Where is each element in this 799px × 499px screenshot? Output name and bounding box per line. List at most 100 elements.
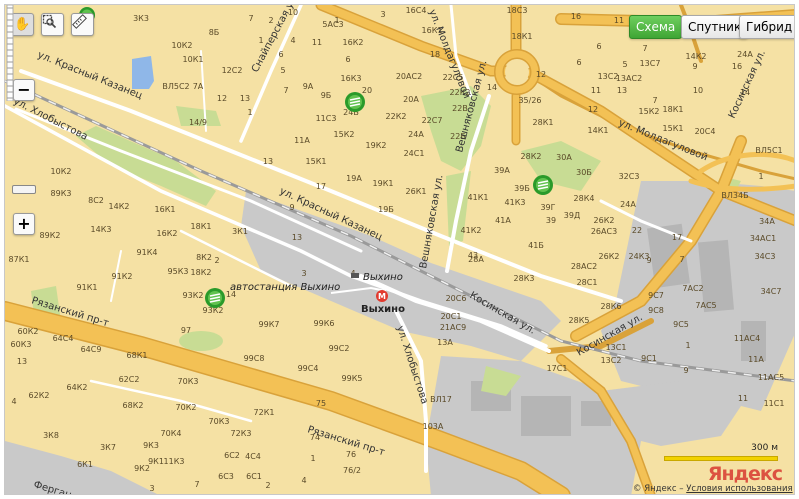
zoom-slider-track[interactable] [5, 5, 15, 101]
house-number-label: 41К1 [468, 193, 489, 202]
scale-label: 300 м [751, 443, 778, 453]
house-number-label: 7 [642, 44, 647, 53]
house-number-label: 11А [294, 136, 310, 145]
house-number-label: 26К1 [406, 187, 427, 196]
house-number-label: 17С1 [547, 364, 568, 373]
house-number-label: 10К2 [51, 167, 72, 176]
house-number-label: 11 [312, 38, 322, 47]
bank-marker-1[interactable] [345, 92, 365, 112]
house-number-label: 62С2 [119, 375, 140, 384]
svg-text:М: М [378, 292, 386, 301]
metro-station-label: Выхино [361, 304, 405, 315]
house-number-label: 2 [268, 16, 273, 25]
house-number-label: 2 [214, 256, 219, 265]
house-number-label: 62К2 [29, 391, 50, 400]
house-number-label: 22С7 [422, 116, 443, 125]
house-number-label: 8Б [209, 28, 220, 37]
house-number-label: 3 [301, 269, 306, 278]
house-number-label: 18К1 [663, 105, 684, 114]
house-number-label: 3К3 [133, 14, 149, 23]
house-number-label: 26К2 [599, 252, 620, 261]
house-number-label: 3К7 [100, 443, 116, 452]
house-number-label: 99К7 [259, 320, 280, 329]
yandex-logo: Яндекс [707, 463, 783, 485]
house-number-label: 70К3 [178, 377, 199, 386]
scheme-layer-button[interactable]: Схема [629, 15, 683, 39]
house-number-label: 9С5 [673, 320, 689, 329]
house-number-label: 75 [316, 399, 326, 408]
rail-station-icon [351, 273, 359, 278]
house-number-label: 11К3 [164, 457, 185, 466]
house-number-label: 21АС9 [440, 323, 466, 332]
zoom-slider-thumb[interactable] [12, 184, 36, 194]
house-number-label: 3 [149, 484, 154, 493]
house-number-label: 7 [679, 255, 684, 264]
house-number-label: 39Д [564, 211, 580, 220]
house-number-label: 28К2 [521, 152, 542, 161]
house-number-label: 12С2 [222, 66, 243, 75]
map-canvas[interactable]: 3К3 7 10 2 1 5АС3 3 16С4 18С3 16 11 10К2 8Б 1 4 6 11 16К2… [4, 4, 795, 495]
house-number-label: 9 [289, 203, 294, 212]
house-number-label: 64С4 [53, 334, 74, 343]
house-number-label: 8С2 [88, 196, 104, 205]
house-number-label: 20АС2 [396, 72, 422, 81]
house-number-label: 6С1 [246, 472, 262, 481]
house-number-label: ВЛ17 [430, 395, 452, 404]
house-number-label: 7АС5 [695, 301, 716, 310]
house-number-label: 7 [248, 14, 253, 23]
ruler-tool-button[interactable] [71, 13, 94, 36]
house-number-label: 22К2 [386, 112, 407, 121]
house-number-label: 41Б [528, 241, 544, 250]
house-number-label: 6 [576, 58, 581, 67]
zoom-out-button[interactable]: − [13, 79, 35, 101]
house-number-label: 9 [683, 366, 688, 375]
house-number-label: 34С3 [755, 252, 776, 261]
house-number-label: 28К4 [574, 194, 595, 203]
house-number-label: 28С1 [577, 278, 598, 287]
house-number-label: 20А [403, 95, 419, 104]
house-number-label: 34АС1 [750, 234, 776, 243]
bank-marker-3[interactable] [205, 288, 225, 308]
house-number-label: 16 [732, 62, 742, 71]
roundabout-center [505, 60, 529, 84]
house-number-label: 26К2 [594, 216, 615, 225]
house-number-label: 18К1 [512, 32, 533, 41]
house-number-label: 16К3 [341, 74, 362, 83]
house-number-label: 14К2 [109, 202, 130, 211]
house-number-label: 76 [346, 450, 356, 459]
house-number-label: 39 [546, 216, 556, 225]
zoom-in-button[interactable]: + [13, 213, 35, 235]
house-number-label: 9К3 [143, 441, 159, 450]
house-number-label: 9С1 [641, 354, 657, 363]
house-number-label: 4 [301, 476, 306, 485]
hand-icon: ✋ [14, 17, 31, 32]
house-number-label: 13С7 [640, 59, 661, 68]
house-number-label: 17 [672, 233, 682, 242]
house-number-label: 5 [622, 60, 627, 69]
house-number-label: 76/2 [343, 466, 361, 475]
copyright-text: © Яндекс – [633, 484, 687, 494]
house-number-label: 18К2 [191, 268, 212, 277]
hybrid-layer-button[interactable]: Гибрид [739, 15, 794, 39]
house-number-label: 6С2 [224, 451, 240, 460]
house-number-label: 12 [217, 94, 227, 103]
house-number-label: 6 [278, 50, 283, 59]
house-number-label: 7 [194, 480, 199, 489]
house-number-label: 30А [556, 153, 572, 162]
magnifier-tool-button[interactable] [41, 13, 64, 36]
terms-link[interactable]: Условия использования [686, 484, 792, 494]
house-number-label: 1 [758, 172, 763, 181]
map-layer[interactable]: 3К3 7102 15АС33 16С4 18С316 1110К28Б1 4611 16К2… [5, 5, 795, 495]
house-number-label: 99К5 [342, 374, 363, 383]
minus-icon: − [17, 80, 31, 99]
bank-marker-2[interactable] [533, 175, 553, 195]
house-number-label: 91К2 [112, 272, 133, 281]
house-number-label: 97 [181, 326, 191, 335]
house-number-label: 64К2 [67, 383, 88, 392]
house-number-label: 1 [310, 454, 315, 463]
house-number-label: 70К2 [176, 403, 197, 412]
house-number-label: 19Б [378, 205, 394, 214]
house-number-label: 15К1 [306, 157, 327, 166]
house-number-label: 1 [685, 341, 690, 350]
house-number-label: 11 [591, 86, 601, 95]
